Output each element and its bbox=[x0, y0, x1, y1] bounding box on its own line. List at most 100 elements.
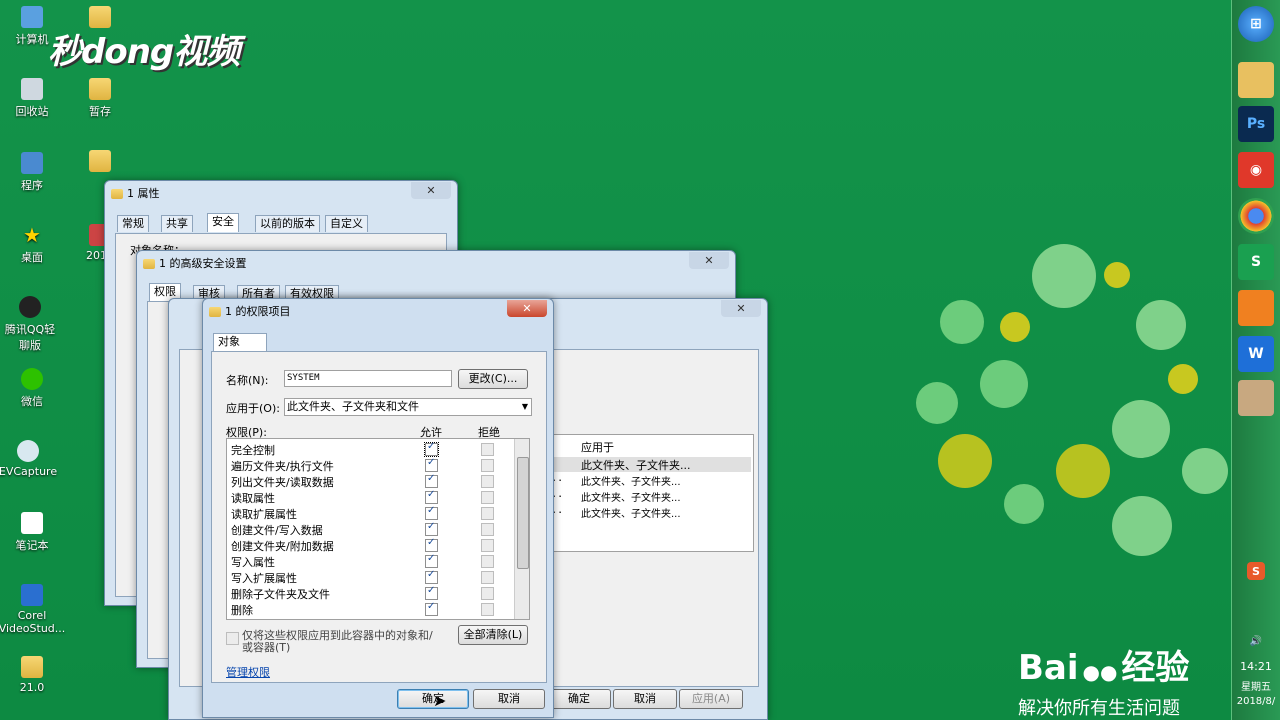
tray-icons[interactable]: 🔊 bbox=[1232, 636, 1280, 647]
permission-row[interactable]: 读取扩展属性 bbox=[227, 505, 527, 521]
properties-title: 1 属性 bbox=[111, 185, 160, 201]
deny-checkbox[interactable] bbox=[481, 523, 494, 536]
wps-writer-icon[interactable]: W bbox=[1238, 336, 1274, 372]
deny-checkbox[interactable] bbox=[481, 603, 494, 616]
uc-browser-icon[interactable] bbox=[1238, 290, 1274, 326]
deny-checkbox[interactable] bbox=[481, 539, 494, 552]
deny-checkbox[interactable] bbox=[481, 587, 494, 600]
allow-checkbox[interactable] bbox=[425, 553, 438, 568]
evcapture-icon bbox=[17, 440, 39, 462]
manage-permissions-link[interactable]: 管理权限 bbox=[226, 664, 270, 680]
baidu-slogan: 解决你所有生活问题 bbox=[1018, 698, 1180, 719]
permission-row[interactable]: 写入扩展属性 bbox=[227, 569, 527, 585]
folder-icon bbox=[21, 656, 43, 678]
folder-icon bbox=[209, 307, 221, 317]
permission-entry-dialog[interactable]: 1 的权限项目 ✕ 对象 名称(N): SYSTEM 更改(C)... 应用于(… bbox=[202, 298, 554, 718]
permission-row[interactable]: 创建文件/写入数据 bbox=[227, 521, 527, 537]
permission-row[interactable]: 完全控制 bbox=[227, 441, 527, 457]
permission-row[interactable]: 读取属性 bbox=[227, 489, 527, 505]
deny-checkbox[interactable] bbox=[481, 571, 494, 584]
clock-weekday: 星期五 bbox=[1241, 682, 1271, 693]
close-button[interactable]: ✕ bbox=[689, 252, 729, 269]
allow-checkbox[interactable] bbox=[425, 457, 438, 472]
allow-checkbox[interactable] bbox=[425, 585, 438, 600]
chrome-icon[interactable] bbox=[1238, 198, 1274, 234]
allow-checkbox[interactable] bbox=[425, 537, 438, 552]
mouse-cursor-icon: ➤ bbox=[433, 691, 447, 710]
only-apply-checkbox[interactable] bbox=[226, 632, 239, 645]
paw-icon: ●● bbox=[1082, 660, 1118, 684]
allow-checkbox[interactable] bbox=[424, 441, 439, 457]
apply-to-select[interactable]: 此文件夹、子文件夹和文件 ▼ bbox=[284, 398, 532, 416]
name-field[interactable]: SYSTEM bbox=[284, 370, 452, 387]
computer-icon bbox=[21, 6, 43, 28]
permission-row[interactable]: 删除 bbox=[227, 601, 527, 617]
list-item[interactable]: dmin...此文件夹、子文件夹... bbox=[521, 489, 751, 504]
deny-checkbox[interactable] bbox=[481, 443, 494, 456]
photoshop-icon[interactable]: Ps bbox=[1238, 106, 1274, 142]
wps-sheet-icon[interactable]: S bbox=[1238, 244, 1274, 280]
explorer-icon[interactable] bbox=[1238, 62, 1274, 98]
ok-button[interactable]: 确定 bbox=[547, 689, 611, 709]
sogou-ime-icon[interactable]: S bbox=[1247, 562, 1265, 580]
tab-custom[interactable]: 自定义 bbox=[325, 215, 368, 232]
desktop-icon-qq[interactable]: 腾讯QQ轻聊版 bbox=[0, 296, 60, 353]
allow-checkbox[interactable] bbox=[425, 505, 438, 520]
name-label: 名称(N): bbox=[226, 374, 269, 387]
desktop-icon-folder-2[interactable] bbox=[68, 150, 132, 175]
list-item[interactable]: 的>此文件夹、子文件夹... bbox=[521, 457, 751, 472]
allow-checkbox[interactable] bbox=[425, 569, 438, 584]
deny-checkbox[interactable] bbox=[481, 475, 494, 488]
cancel-button[interactable]: 取消 bbox=[613, 689, 677, 709]
allow-checkbox[interactable] bbox=[425, 473, 438, 488]
allow-checkbox[interactable] bbox=[425, 489, 438, 504]
desktop-icon-recycle-bin[interactable]: 回收站 bbox=[0, 78, 64, 119]
permission-entries-list[interactable]: 应用于 的>此文件夹、子文件夹... dmin...此文件夹、子文件夹... d… bbox=[520, 434, 754, 552]
tab-security[interactable]: 安全 bbox=[207, 213, 239, 232]
deny-checkbox[interactable] bbox=[481, 459, 494, 472]
change-button[interactable]: 更改(C)... bbox=[458, 369, 528, 389]
close-button[interactable]: ✕ bbox=[507, 300, 547, 317]
clock-time[interactable]: 14:21 bbox=[1232, 660, 1280, 673]
cancel-button[interactable]: 取消 bbox=[473, 689, 545, 709]
allow-checkbox[interactable] bbox=[425, 601, 438, 616]
permission-row[interactable]: 创建文件夹/附加数据 bbox=[227, 537, 527, 553]
tab-object[interactable]: 对象 bbox=[213, 333, 267, 352]
list-item[interactable]: dmin...此文件夹、子文件夹... bbox=[521, 473, 751, 488]
close-button[interactable]: ✕ bbox=[721, 300, 761, 317]
permission-row[interactable]: 遍历文件夹/执行文件 bbox=[227, 457, 527, 473]
desktop-icon-notebook[interactable]: 笔记本 bbox=[0, 512, 64, 553]
permissions-list[interactable]: 完全控制 遍历文件夹/执行文件 列出文件夹/读取数据 读取属性 读取扩展属性 创… bbox=[226, 438, 530, 620]
scrollbar[interactable] bbox=[514, 439, 529, 619]
tab-general[interactable]: 常规 bbox=[117, 215, 149, 232]
wechat-icon bbox=[21, 368, 43, 390]
folder-icon bbox=[143, 259, 155, 269]
permission-row[interactable]: 写入属性 bbox=[227, 553, 527, 569]
deny-checkbox[interactable] bbox=[481, 555, 494, 568]
desktop-icon-temp[interactable]: 暂存 bbox=[68, 78, 132, 119]
deny-checkbox[interactable] bbox=[481, 507, 494, 520]
star-icon: ★ bbox=[23, 223, 41, 247]
desktop-icon-desktop[interactable]: ★ 桌面 bbox=[0, 224, 64, 265]
desktop-icon-21[interactable]: 21.0 bbox=[0, 656, 64, 694]
desktop-icon-corel[interactable]: Corel VideoStud... bbox=[0, 584, 68, 635]
tab-sharing[interactable]: 共享 bbox=[161, 215, 193, 232]
tab-previous-versions[interactable]: 以前的版本 bbox=[255, 215, 320, 232]
start-button[interactable]: ⊞ bbox=[1238, 6, 1274, 42]
apply-button[interactable]: 应用(A) bbox=[679, 689, 743, 709]
list-item[interactable]: dmin...此文件夹、子文件夹... bbox=[521, 505, 751, 520]
desktop-icon-wechat[interactable]: 微信 bbox=[0, 368, 64, 409]
user-app-icon[interactable] bbox=[1238, 380, 1274, 416]
close-button[interactable]: ✕ bbox=[411, 182, 451, 199]
netease-music-icon[interactable]: ◉ bbox=[1238, 152, 1274, 188]
only-apply-label: 仅将这些权限应用到此容器中的对象和/或容器(T) bbox=[242, 629, 433, 654]
desktop-icon-evcapture[interactable]: EVCapture bbox=[0, 440, 60, 478]
deny-checkbox[interactable] bbox=[481, 491, 494, 504]
permission-row[interactable]: 列出文件夹/读取数据 bbox=[227, 473, 527, 489]
allow-checkbox[interactable] bbox=[425, 521, 438, 536]
clear-all-button[interactable]: 全部清除(L) bbox=[458, 625, 528, 645]
folder-icon bbox=[89, 78, 111, 100]
desktop-icon-program[interactable]: 程序 bbox=[0, 152, 64, 193]
permission-row[interactable]: 删除子文件夹及文件 bbox=[227, 585, 527, 601]
scrollbar-thumb[interactable] bbox=[517, 457, 529, 569]
